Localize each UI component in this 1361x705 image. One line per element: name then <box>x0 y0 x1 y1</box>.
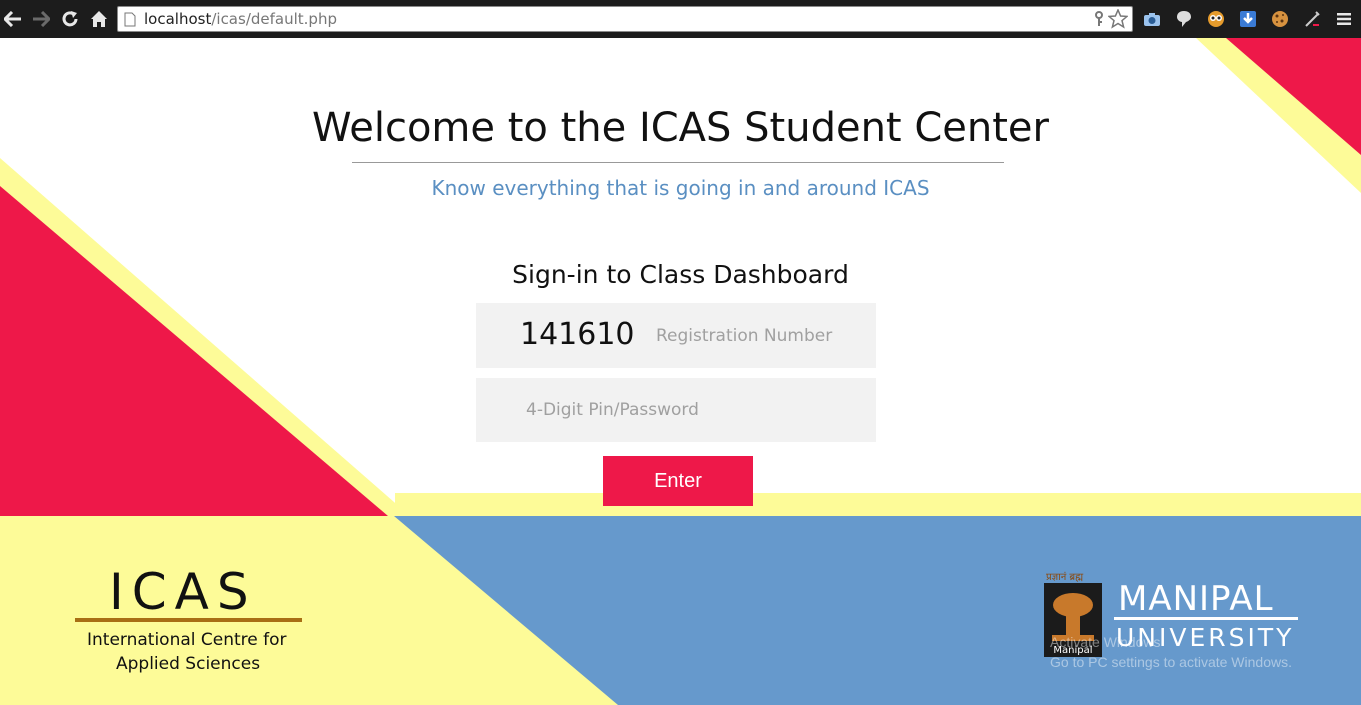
title-divider <box>352 162 1004 163</box>
manipal-emblem-tagline: प्रज्ञानं ब्रह्म <box>1046 572 1084 583</box>
page-title: Welcome to the ICAS Student Center <box>312 105 1049 151</box>
signin-heading: Sign-in to Class Dashboard <box>512 260 849 289</box>
reload-icon[interactable] <box>59 8 81 30</box>
manipal-logo-rule <box>1114 617 1298 620</box>
pen-extension-icon[interactable] <box>1302 9 1322 29</box>
icas-logo-bar <box>75 618 302 622</box>
watermark-line2: Go to PC settings to activate Windows. <box>1050 654 1292 670</box>
watermark-line1: Activate Windows <box>1050 634 1161 650</box>
menu-icon[interactable] <box>1334 9 1354 29</box>
manipal-logo-word: MANIPAL <box>1118 579 1274 619</box>
page-subtitle: Know everything that is going in and aro… <box>431 176 930 200</box>
forward-icon[interactable] <box>30 8 52 30</box>
bookmark-star-icon[interactable] <box>1107 8 1129 34</box>
url-text: localhost/icas/default.php <box>144 10 337 28</box>
download-extension-icon[interactable] <box>1238 9 1258 29</box>
browser-toolbar: localhost/icas/default.php <box>0 0 1361 38</box>
page-icon <box>124 12 136 32</box>
back-icon[interactable] <box>2 8 24 30</box>
pin-password-placeholder: 4-Digit Pin/Password <box>526 400 699 420</box>
pin-password-field[interactable]: 4-Digit Pin/Password <box>476 378 876 442</box>
owl-extension-icon[interactable] <box>1206 9 1226 29</box>
speech-bubble-extension-icon[interactable] <box>1174 9 1194 29</box>
enter-button[interactable]: Enter <box>603 456 753 506</box>
home-icon[interactable] <box>88 8 110 30</box>
page-viewport: Welcome to the ICAS Student Center Know … <box>0 38 1361 705</box>
registration-number-placeholder: Registration Number <box>656 326 833 346</box>
registration-number-value: 141610 <box>520 317 635 352</box>
icas-logo-line2: Applied Sciences <box>116 654 261 674</box>
camera-extension-icon[interactable] <box>1142 9 1162 29</box>
registration-number-field[interactable]: 141610 Registration Number <box>476 303 876 368</box>
key-icon[interactable] <box>1094 11 1104 32</box>
icas-logo-line1: International Centre for <box>87 630 287 650</box>
address-bar[interactable]: localhost/icas/default.php <box>117 6 1133 32</box>
cookie-extension-icon[interactable] <box>1270 9 1290 29</box>
activate-windows-watermark: Activate Windows Go to PC settings to ac… <box>1050 632 1292 672</box>
icas-logo-word: ICAS <box>109 563 257 621</box>
